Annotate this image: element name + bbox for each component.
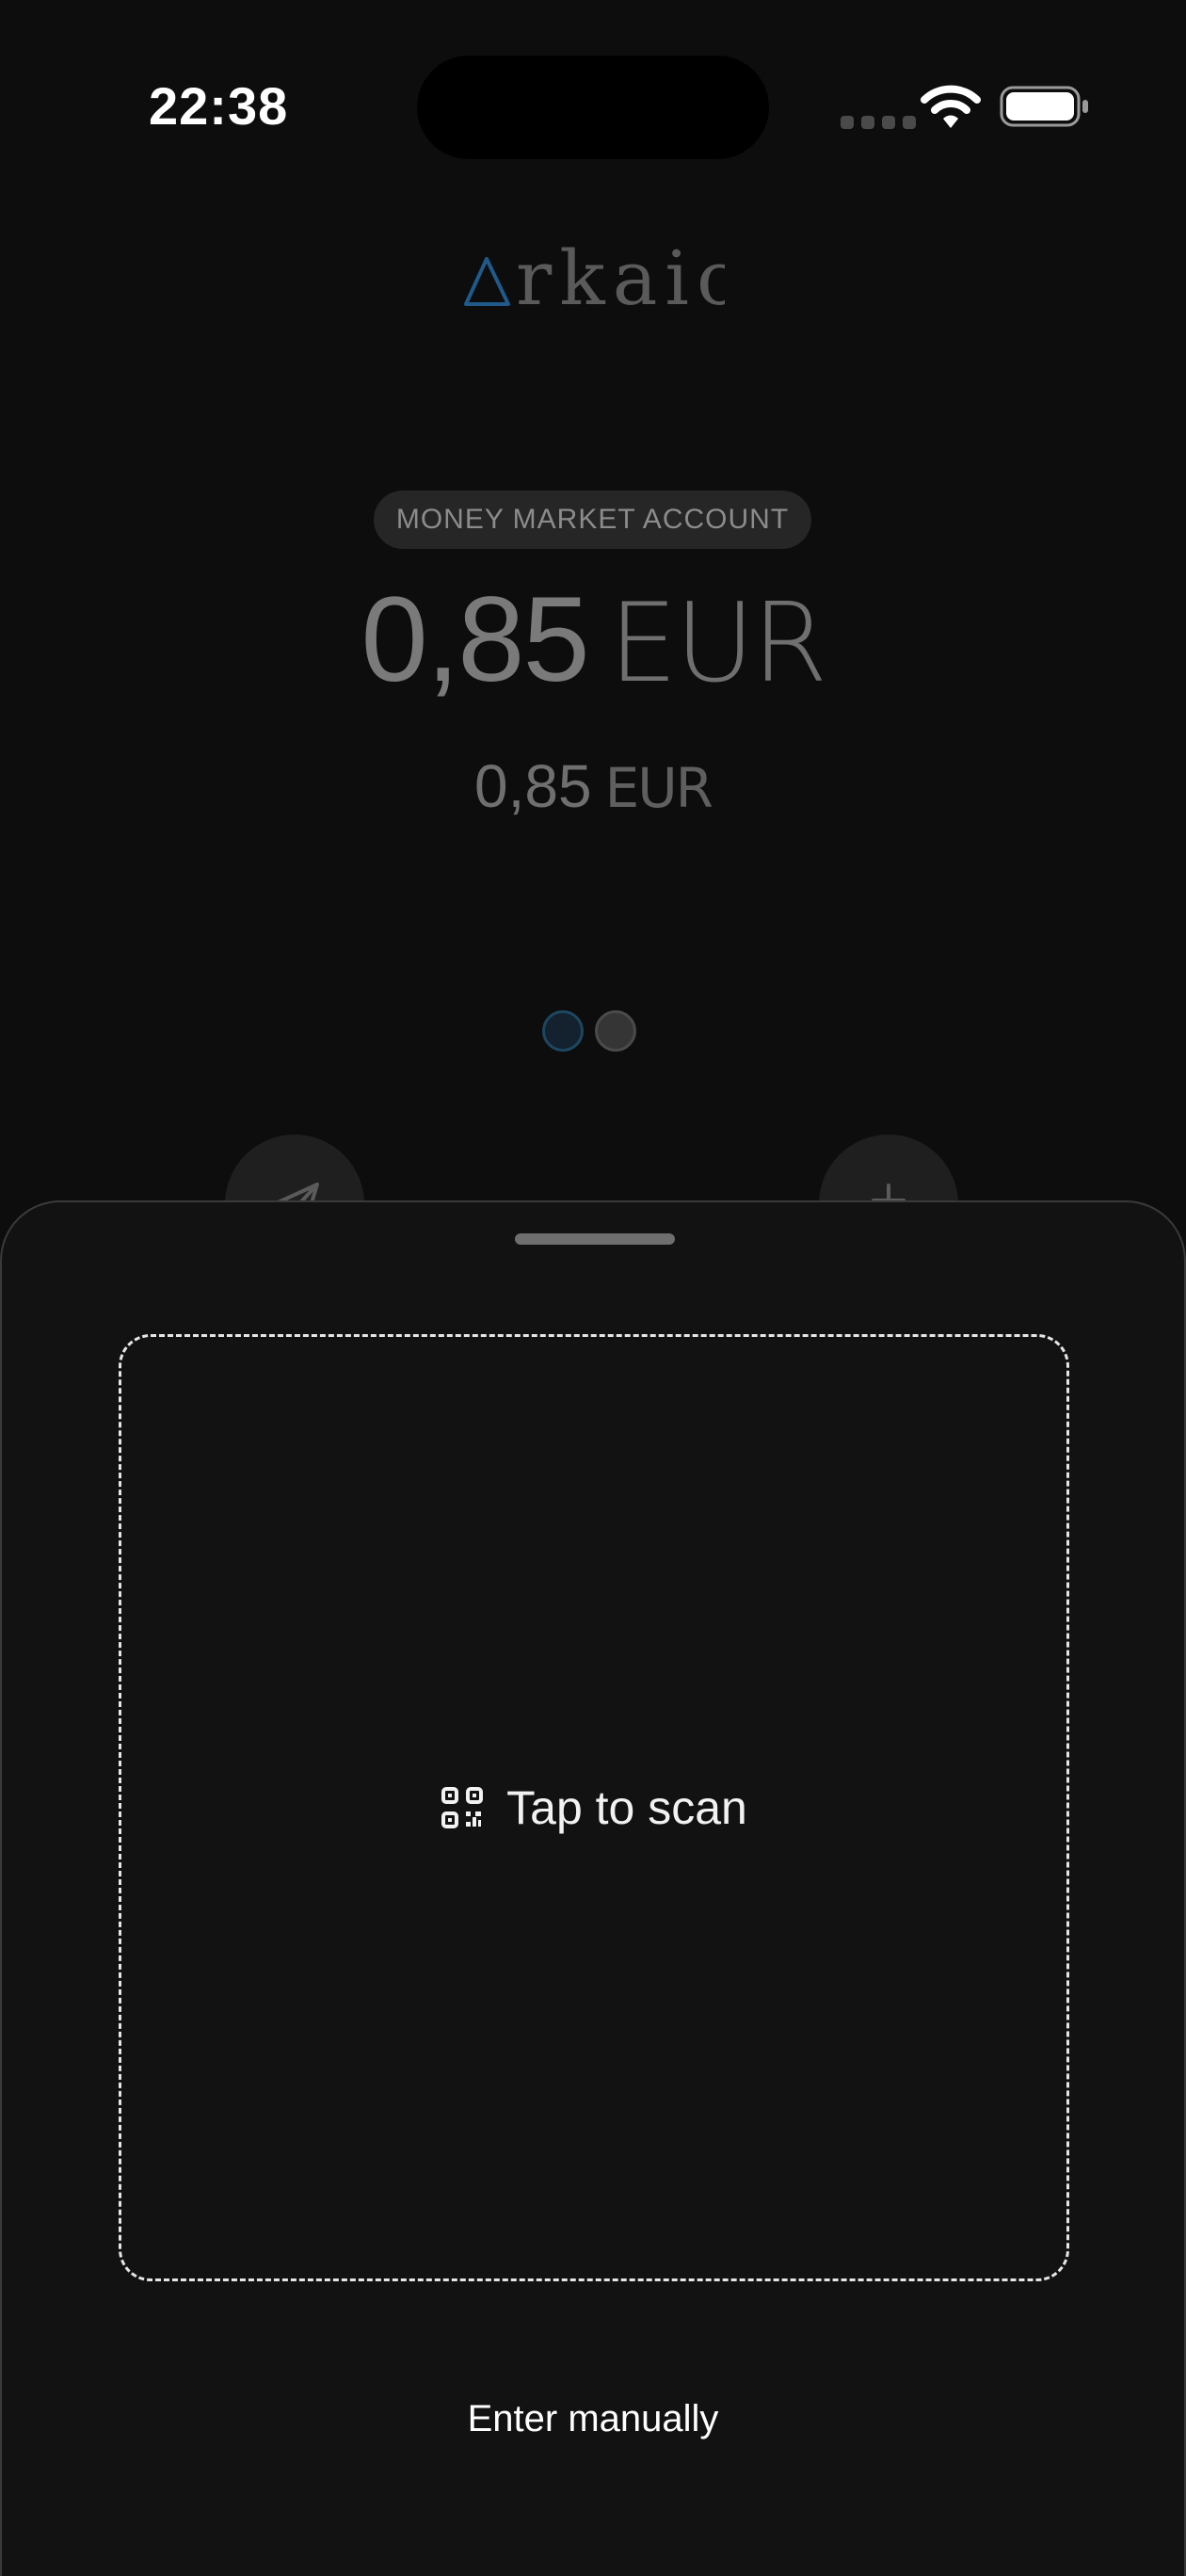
scan-bottom-sheet: Tap to scan Enter manually: [0, 1200, 1186, 2576]
brand-logo-mark: rkaic: [464, 234, 739, 322]
dynamic-island: [417, 56, 769, 159]
tap-to-scan-area[interactable]: Tap to scan: [119, 1334, 1069, 2281]
page-dot-inactive[interactable]: [595, 1010, 636, 1052]
brand-logo-text: rkaic: [516, 234, 725, 315]
secondary-currency: EUR: [604, 756, 713, 820]
status-time: 22:38: [149, 76, 289, 136]
battery-icon: [1000, 86, 1088, 127]
balance-secondary: 0,85 EUR: [0, 749, 1186, 826]
balance-primary: 0,85 EUR: [0, 565, 1186, 719]
balance-amount: 0,85: [361, 572, 590, 707]
scan-content: Tap to scan: [441, 1780, 747, 1835]
sheet-grabber[interactable]: [515, 1233, 675, 1245]
page-indicator: [542, 1010, 636, 1052]
account-type-badge: MONEY MARKET ACCOUNT: [374, 491, 811, 549]
wifi-icon: [921, 85, 981, 128]
qr-code-icon: [441, 1787, 484, 1828]
scan-label: Tap to scan: [506, 1781, 747, 1834]
enter-manually-button[interactable]: Enter manually: [2, 2398, 1184, 2440]
cellular-signal-icon: [841, 116, 916, 129]
brand-logo: rkaic: [461, 231, 739, 322]
secondary-amount: 0,85: [474, 752, 592, 820]
page-dot-active[interactable]: [542, 1010, 584, 1052]
balance-currency: EUR: [608, 580, 828, 707]
